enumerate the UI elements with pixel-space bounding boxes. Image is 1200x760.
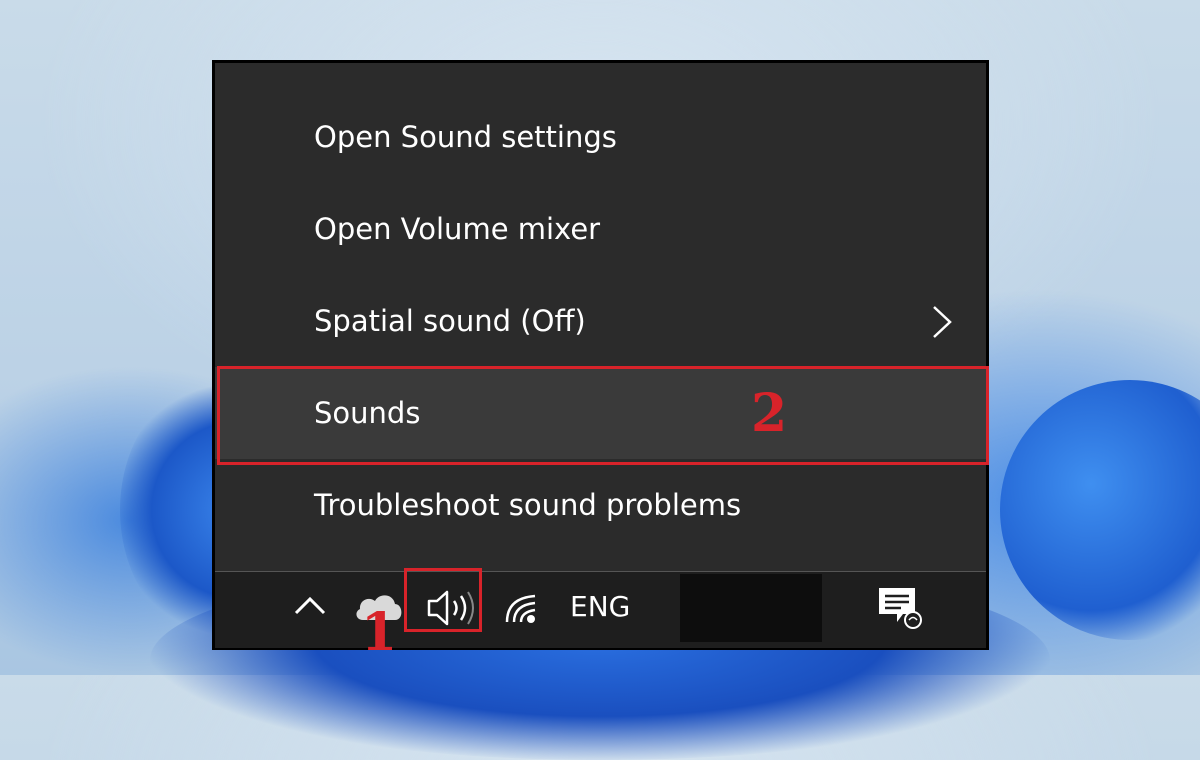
- redacted-area: [680, 574, 822, 642]
- screenshot-frame: Open Sound settings Open Volume mixer Sp…: [212, 60, 989, 650]
- chevron-up-icon[interactable]: [293, 594, 327, 616]
- taskbar: ENG: [215, 571, 986, 648]
- chevron-right-icon: [933, 306, 952, 338]
- wallpaper-bloom-right: [1000, 380, 1200, 640]
- sound-context-menu: Open Sound settings Open Volume mixer Sp…: [215, 63, 986, 571]
- notification-center-icon[interactable]: [875, 584, 925, 632]
- menu-item-label: Open Volume mixer: [314, 212, 601, 246]
- step-number-2: 2: [751, 383, 788, 444]
- menu-item-spatial-sound[interactable]: Spatial sound (Off): [215, 275, 986, 367]
- highlight-box-sounds: [217, 366, 989, 465]
- step-number-1: 1: [361, 602, 398, 663]
- language-indicator[interactable]: ENG: [570, 590, 630, 623]
- menu-item-troubleshoot[interactable]: Troubleshoot sound problems: [215, 459, 986, 551]
- wifi-icon[interactable]: [503, 592, 543, 626]
- menu-item-label: Troubleshoot sound problems: [314, 488, 742, 522]
- menu-item-label: Spatial sound (Off): [314, 304, 586, 338]
- highlight-box-speaker: [404, 568, 482, 632]
- menu-item-open-sound-settings[interactable]: Open Sound settings: [215, 91, 986, 183]
- menu-item-label: Open Sound settings: [314, 120, 617, 154]
- menu-item-open-volume-mixer[interactable]: Open Volume mixer: [215, 183, 986, 275]
